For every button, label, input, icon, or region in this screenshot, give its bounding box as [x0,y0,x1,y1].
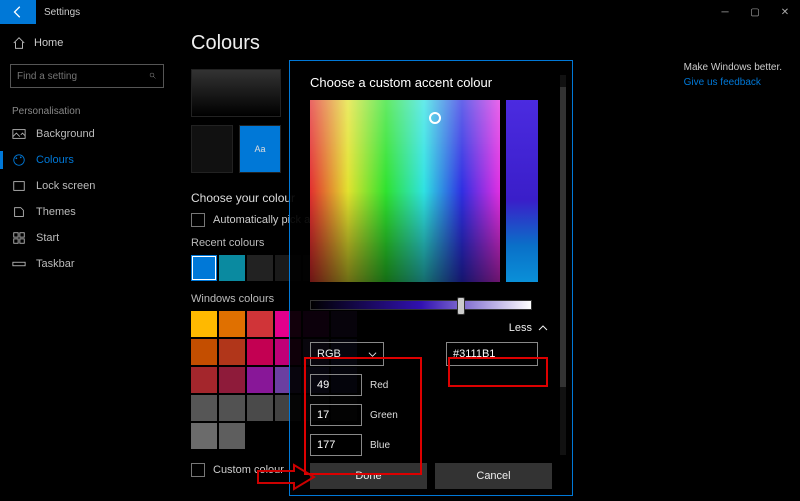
colour-mode-select[interactable]: RGB [310,342,384,366]
preview-window-dark [191,125,233,173]
recent-swatch[interactable] [247,255,273,281]
palette-swatch[interactable] [219,423,245,449]
page-title: Colours [191,32,784,55]
palette-swatch[interactable] [191,311,217,337]
group-label: Personalisation [0,96,175,121]
arrow-left-icon [11,5,25,19]
palette-swatch[interactable] [247,311,273,337]
app-title: Settings [36,7,80,18]
chevron-up-icon [538,323,548,333]
maximize-button[interactable]: ▢ [740,0,770,24]
palette-swatch[interactable] [191,423,217,449]
lightness-slider[interactable] [310,300,532,310]
palette-icon [12,153,26,167]
green-label: Green [370,410,398,421]
minimize-button[interactable]: ─ [710,0,740,24]
red-label: Red [370,380,388,391]
close-button[interactable]: ✕ [770,0,800,24]
custom-colour-label: Custom colour [213,464,284,476]
blue-label: Blue [370,440,390,451]
palette-swatch[interactable] [219,395,245,421]
titlebar: Settings ─ ▢ ✕ [0,0,800,24]
recent-swatch[interactable] [191,255,217,281]
sidebar-item-colours[interactable]: Colours [0,147,175,173]
custom-colour-dialog: Choose a custom accent colour Less RGB R… [289,60,573,496]
picture-icon [12,127,26,141]
hex-input[interactable] [446,342,538,366]
palette-swatch[interactable] [247,339,273,365]
desktop-preview [191,69,281,117]
search-icon [149,70,157,82]
start-icon [12,231,26,245]
preview-window-accent: Aa [239,125,281,173]
chevron-down-icon [368,350,377,359]
home-icon [12,36,26,50]
less-label: Less [509,322,532,334]
back-button[interactable] [0,0,36,24]
home-nav[interactable]: Home [0,30,175,56]
less-toggle[interactable]: Less [310,322,552,334]
palette-swatch[interactable] [219,367,245,393]
feedback-heading: Make Windows better. [684,62,782,73]
sidebar-item-label: Themes [36,206,76,218]
palette-swatch[interactable] [219,339,245,365]
checkbox-icon [191,213,205,227]
sidebar-item-taskbar[interactable]: Taskbar [0,251,175,277]
sidebar-item-label: Colours [36,154,74,166]
sidebar-item-label: Lock screen [36,180,95,192]
checkbox-icon [191,463,205,477]
themes-icon [12,205,26,219]
palette-swatch[interactable] [247,367,273,393]
palette-swatch[interactable] [191,339,217,365]
dialog-heading: Choose a custom accent colour [310,75,552,90]
mode-value: RGB [317,348,341,360]
green-input[interactable] [310,404,362,426]
palette-swatch[interactable] [191,367,217,393]
lock-icon [12,179,26,193]
palette-swatch[interactable] [247,395,273,421]
picker-cursor-icon [429,112,441,124]
dialog-scrollbar[interactable] [560,75,566,455]
search-input[interactable] [17,71,149,82]
scroll-thumb[interactable] [560,87,566,387]
sidebar-item-themes[interactable]: Themes [0,199,175,225]
sidebar-item-label: Background [36,128,95,140]
home-label: Home [34,37,63,49]
done-button[interactable]: Done [310,463,427,489]
taskbar-icon [12,257,26,271]
red-input[interactable] [310,374,362,396]
cancel-button[interactable]: Cancel [435,463,552,489]
blue-input[interactable] [310,434,362,456]
palette-swatch[interactable] [191,395,217,421]
sidebar-item-label: Start [36,232,59,244]
recent-swatch[interactable] [219,255,245,281]
search-input-wrap[interactable] [10,64,164,88]
sidebar-item-background[interactable]: Background [0,121,175,147]
slider-thumb-icon [457,297,465,315]
hue-saturation-picker[interactable] [310,100,500,282]
feedback-link[interactable]: Give us feedback [684,77,782,88]
sidebar: Home Personalisation Background Colours … [0,24,175,501]
feedback-rail: Make Windows better. Give us feedback [684,62,782,88]
sidebar-item-lockscreen[interactable]: Lock screen [0,173,175,199]
palette-swatch[interactable] [219,311,245,337]
value-bar[interactable] [506,100,538,282]
sidebar-item-start[interactable]: Start [0,225,175,251]
sidebar-item-label: Taskbar [36,258,75,270]
